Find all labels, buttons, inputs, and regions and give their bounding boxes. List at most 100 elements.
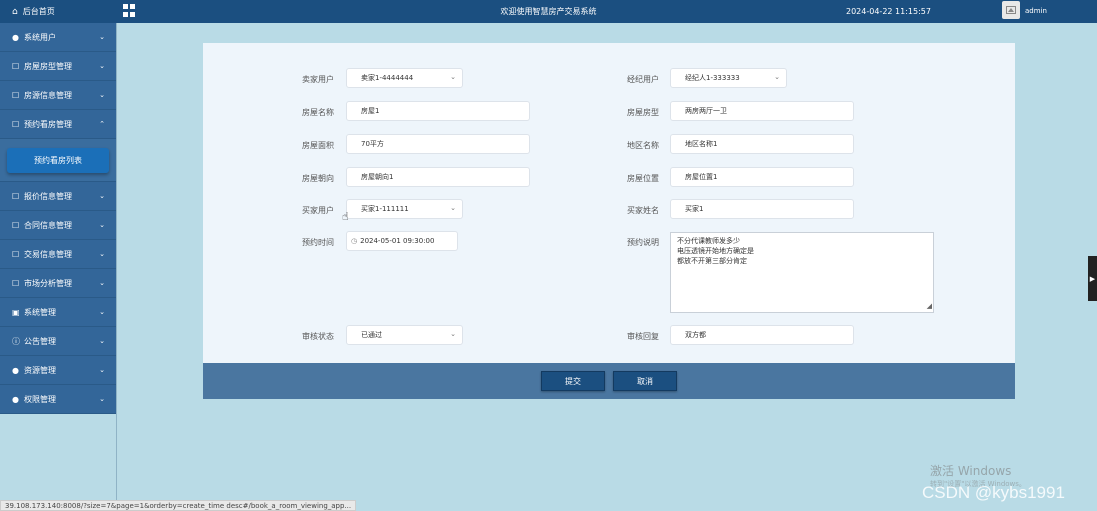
- chevron-up-icon: ⌃: [99, 120, 105, 128]
- home-link[interactable]: ⌂ 后台首页: [0, 0, 117, 23]
- edit-icon: ☐: [12, 191, 20, 201]
- menu-toggle-icon[interactable]: [123, 4, 136, 17]
- review-status-select[interactable]: 已通过 ⌄: [346, 325, 463, 345]
- resize-grip-icon[interactable]: ◢: [927, 301, 932, 311]
- house-location-value: 房屋位置1: [685, 173, 718, 181]
- edit-icon: ☐: [12, 278, 20, 288]
- house-type-label: 房屋房型: [627, 108, 659, 117]
- agent-user-select[interactable]: 经纪人1-333333 ⌄: [670, 68, 787, 88]
- agent-user-label: 经纪用户: [627, 75, 659, 84]
- house-orientation-label: 房屋朝向: [302, 174, 334, 183]
- side-expand-tab[interactable]: ▶: [1088, 256, 1097, 301]
- house-type-value: 两房两厅一卫: [685, 107, 727, 115]
- csdn-watermark: CSDN @kybs1991: [922, 483, 1065, 502]
- sidebar-item-contracts[interactable]: ☐ 合同信息管理 ⌄: [0, 211, 116, 240]
- sidebar-item-system[interactable]: ▣ 系统管理 ⌄: [0, 298, 116, 327]
- review-reply-label: 审核回复: [627, 332, 659, 341]
- user-icon: ●: [12, 32, 19, 42]
- house-orientation-value: 房屋朝向1: [361, 173, 394, 181]
- sidebar-item-permissions[interactable]: ● 权限管理 ⌄: [0, 385, 116, 414]
- chevron-right-icon: ▶: [1089, 274, 1096, 283]
- edit-icon: ☐: [12, 249, 20, 259]
- cancel-button[interactable]: 取消: [613, 371, 677, 391]
- appointment-note-line: 电压透镜开始地方确定是: [677, 247, 754, 255]
- windows-activation-watermark: 激活 Windows: [930, 464, 1012, 478]
- sidebar-item-label: 房屋房型管理: [24, 61, 72, 71]
- form-card: 卖家用户 卖家1-4444444 ⌄ 经纪用户 经纪人1-333333 ⌄ 房屋…: [203, 43, 1015, 363]
- buyer-name-field[interactable]: 买家1: [670, 199, 854, 219]
- chevron-down-icon: ⌄: [99, 279, 105, 287]
- sidebar-item-market-analysis[interactable]: ☐ 市场分析管理 ⌄: [0, 269, 116, 298]
- house-orientation-field[interactable]: 房屋朝向1: [346, 167, 530, 187]
- sidebar: ● 系统用户 ⌄ ☐ 房屋房型管理 ⌄ ☐ 房源信息管理 ⌄ ☐ 预约看房管理 …: [0, 23, 117, 511]
- sidebar-item-viewing[interactable]: ☐ 预约看房管理 ⌃: [0, 110, 116, 139]
- sidebar-item-label: 系统管理: [24, 307, 56, 317]
- current-datetime: 2024-04-22 11:15:57: [846, 7, 931, 16]
- seller-user-value: 卖家1-4444444: [361, 74, 414, 82]
- sidebar-item-system-users[interactable]: ● 系统用户 ⌄: [0, 23, 116, 52]
- region-name-label: 地区名称: [627, 141, 659, 150]
- sidebar-item-label: 合同信息管理: [24, 220, 72, 230]
- sidebar-subitem-viewing-list[interactable]: 预约看房列表: [7, 147, 109, 173]
- chevron-down-icon: ⌄: [99, 33, 105, 41]
- review-reply-field[interactable]: 双方都: [670, 325, 854, 345]
- sidebar-item-announcements[interactable]: ⓘ 公告管理 ⌄: [0, 327, 116, 356]
- sidebar-item-label: 系统用户: [24, 32, 56, 42]
- sidebar-item-resources[interactable]: ● 资源管理 ⌄: [0, 356, 116, 385]
- sidebar-item-label: 资源管理: [24, 365, 56, 375]
- sidebar-menu: ● 系统用户 ⌄ ☐ 房屋房型管理 ⌄ ☐ 房源信息管理 ⌄ ☐ 预约看房管理 …: [0, 23, 116, 414]
- buyer-user-label: 买家用户: [302, 206, 334, 215]
- appointment-time-picker[interactable]: ◷ 2024-05-01 09:30:00: [346, 231, 458, 251]
- edit-icon: ☐: [12, 220, 20, 230]
- sidebar-item-transactions[interactable]: ☐ 交易信息管理 ⌄: [0, 240, 116, 269]
- chevron-down-icon: ⌄: [99, 221, 105, 229]
- username[interactable]: admin: [1025, 0, 1047, 23]
- chevron-down-icon: ⌄: [450, 330, 456, 338]
- pin-icon: ●: [12, 365, 19, 375]
- sidebar-item-listings[interactable]: ☐ 房源信息管理 ⌄: [0, 81, 116, 110]
- avatar[interactable]: [1002, 1, 1020, 19]
- sidebar-item-quotes[interactable]: ☐ 报价信息管理 ⌄: [0, 182, 116, 211]
- sidebar-item-house-type[interactable]: ☐ 房屋房型管理 ⌄: [0, 52, 116, 81]
- house-area-label: 房屋面积: [302, 141, 334, 150]
- image-icon: ▣: [12, 307, 20, 317]
- clock-icon: ◷: [351, 237, 358, 245]
- chevron-down-icon: ⌄: [99, 308, 105, 316]
- review-reply-value: 双方都: [685, 331, 706, 339]
- submit-button[interactable]: 提交: [541, 371, 605, 391]
- chevron-down-icon: ⌄: [99, 62, 105, 70]
- agent-user-value: 经纪人1-333333: [685, 74, 740, 82]
- chevron-down-icon: ⌄: [99, 337, 105, 345]
- top-bar: ⌂ 后台首页 欢迎使用智慧房产交易系统 2024-04-22 11:15:57 …: [0, 0, 1097, 23]
- seller-user-select[interactable]: 卖家1-4444444 ⌄: [346, 68, 463, 88]
- house-name-label: 房屋名称: [302, 108, 334, 117]
- chevron-down-icon: ⌄: [450, 204, 456, 212]
- house-area-value: 70平方: [361, 140, 384, 148]
- buyer-user-select[interactable]: 买家1-111111 ⌄: [346, 199, 463, 219]
- sidebar-item-label: 权限管理: [24, 394, 56, 404]
- appointment-note-textarea[interactable]: 不分代课教师发多少 电压透镜开始地方确定是 都放不开第三部分肯定 ◢: [670, 232, 934, 313]
- info-icon: ⓘ: [12, 336, 20, 346]
- appointment-note-line: 不分代课教师发多少: [677, 237, 740, 245]
- house-area-field[interactable]: 70平方: [346, 134, 530, 154]
- sidebar-item-label: 房源信息管理: [24, 90, 72, 100]
- buyer-name-value: 买家1: [685, 205, 704, 213]
- appointment-note-line: 都放不开第三部分肯定: [677, 257, 747, 265]
- house-location-field[interactable]: 房屋位置1: [670, 167, 854, 187]
- appointment-note-label: 预约说明: [627, 238, 659, 247]
- home-label: 后台首页: [22, 7, 55, 16]
- buyer-name-label: 买家姓名: [627, 206, 659, 215]
- house-type-field[interactable]: 两房两厅一卫: [670, 101, 854, 121]
- edit-icon: ☐: [12, 90, 20, 100]
- home-icon: ⌂: [12, 6, 18, 17]
- chevron-down-icon: ⌄: [99, 366, 105, 374]
- house-name-field[interactable]: 房屋1: [346, 101, 530, 121]
- sidebar-item-label: 公告管理: [24, 336, 56, 346]
- chevron-down-icon: ⌄: [99, 395, 105, 403]
- sidebar-item-label: 预约看房管理: [24, 119, 72, 129]
- appointment-time-label: 预约时间: [302, 238, 334, 247]
- region-name-field[interactable]: 地区名称1: [670, 134, 854, 154]
- browser-status-url: 39.108.173.140:8008/?size=7&page=1&order…: [0, 500, 357, 511]
- chevron-down-icon: ⌄: [99, 91, 105, 99]
- edit-icon: ☐: [12, 119, 20, 129]
